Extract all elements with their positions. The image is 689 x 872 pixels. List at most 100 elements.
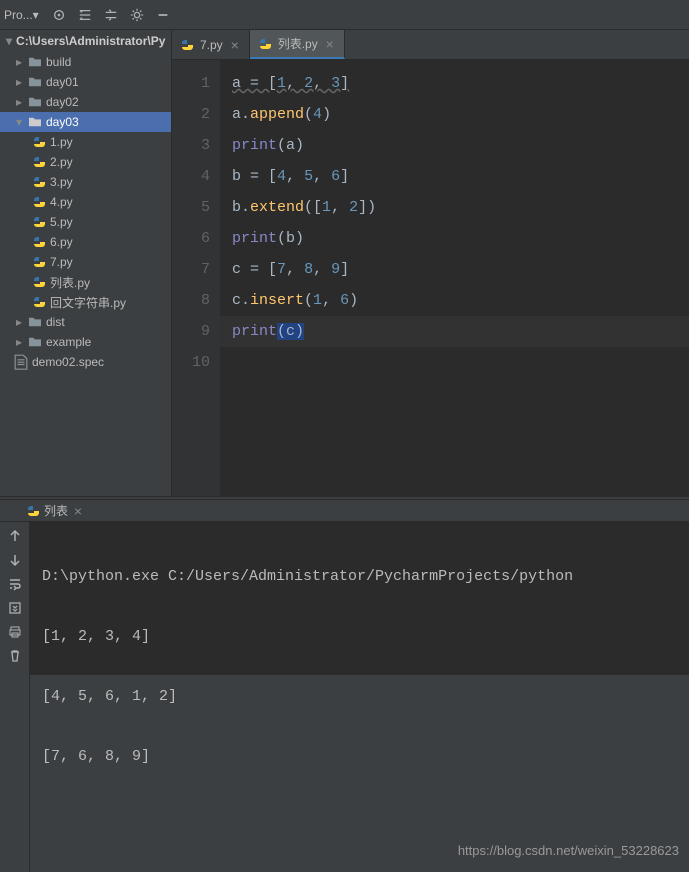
tree-label: day01 bbox=[46, 75, 79, 89]
python-icon bbox=[32, 215, 46, 229]
tree-label: day03 bbox=[46, 115, 79, 129]
python-icon bbox=[26, 504, 40, 518]
folder-icon bbox=[28, 335, 42, 349]
python-icon bbox=[32, 295, 46, 309]
code-content[interactable]: a = [1, 2, 3] a.append(4) print(a) b = [… bbox=[220, 60, 689, 496]
tree-file[interactable]: 3.py bbox=[0, 172, 171, 192]
gutter-line: 6 bbox=[172, 223, 210, 254]
tree-label: day02 bbox=[46, 95, 79, 109]
project-root-path[interactable]: ▾ C:\Users\Administrator\Py bbox=[0, 30, 171, 52]
gutter: 1 2 3 4 5 6 7 8 9 10 bbox=[172, 60, 220, 496]
code-line: print(a) bbox=[232, 130, 689, 161]
tree-label: 回文字符串.py bbox=[50, 294, 126, 311]
run-panel: 列表 × D:\python.exe C:/Users/Administrato… bbox=[0, 500, 689, 675]
tree-folder[interactable]: ▸ day02 bbox=[0, 92, 171, 112]
tree-label: 5.py bbox=[50, 215, 73, 229]
close-icon[interactable]: × bbox=[229, 37, 241, 53]
editor-area: 7.py × 列表.py × 1 2 3 4 5 6 7 8 9 10 bbox=[172, 30, 689, 496]
code-line: b = [4, 5, 6] bbox=[232, 161, 689, 192]
chevron-down-icon: ▾ bbox=[14, 117, 24, 127]
gutter-line: 10 bbox=[172, 347, 210, 378]
tree-file[interactable]: 2.py bbox=[0, 152, 171, 172]
console-line: [1, 2, 3, 4] bbox=[42, 622, 677, 652]
tree-label: 7.py bbox=[50, 255, 73, 269]
tab-7py[interactable]: 7.py × bbox=[172, 30, 250, 59]
close-icon[interactable]: × bbox=[324, 36, 336, 52]
gutter-line: 7 bbox=[172, 254, 210, 285]
python-icon bbox=[180, 38, 194, 52]
tree-label: build bbox=[46, 55, 71, 69]
tree-label: 2.py bbox=[50, 155, 73, 169]
run-toolbar bbox=[0, 522, 30, 872]
tree-file[interactable]: demo02.spec bbox=[0, 352, 171, 372]
print-icon[interactable] bbox=[7, 624, 23, 640]
chevron-right-icon: ▸ bbox=[14, 77, 24, 87]
folder-icon bbox=[28, 55, 42, 69]
tab-label: 列表.py bbox=[278, 35, 318, 52]
tree-folder[interactable]: ▸ build bbox=[0, 52, 171, 72]
collapse-all-icon[interactable] bbox=[101, 5, 121, 25]
tree-folder[interactable]: ▸ day01 bbox=[0, 72, 171, 92]
tree-file[interactable]: 4.py bbox=[0, 192, 171, 212]
tree-file[interactable]: 5.py bbox=[0, 212, 171, 232]
console-output[interactable]: D:\python.exe C:/Users/Administrator/Pyc… bbox=[30, 522, 689, 872]
python-icon bbox=[32, 235, 46, 249]
minimize-icon[interactable] bbox=[153, 5, 173, 25]
gear-icon[interactable] bbox=[127, 5, 147, 25]
code-line: a.append(4) bbox=[232, 99, 689, 130]
tree-label: 4.py bbox=[50, 195, 73, 209]
expand-all-icon[interactable] bbox=[75, 5, 95, 25]
tab-label: 7.py bbox=[200, 38, 223, 52]
arrow-down-icon[interactable] bbox=[7, 552, 23, 568]
code-line: b.extend([1, 2]) bbox=[232, 192, 689, 223]
editor-tabs: 7.py × 列表.py × bbox=[172, 30, 689, 60]
folder-icon bbox=[28, 95, 42, 109]
close-icon[interactable]: × bbox=[72, 503, 84, 519]
python-icon bbox=[32, 155, 46, 169]
chevron-right-icon: ▸ bbox=[14, 97, 24, 107]
run-body: D:\python.exe C:/Users/Administrator/Pyc… bbox=[0, 522, 689, 872]
tree-file[interactable]: 7.py bbox=[0, 252, 171, 272]
tree-file[interactable]: 回文字符串.py bbox=[0, 292, 171, 312]
tree-file[interactable]: 1.py bbox=[0, 132, 171, 152]
folder-icon bbox=[28, 75, 42, 89]
soft-wrap-icon[interactable] bbox=[7, 576, 23, 592]
run-tab[interactable]: 列表 × bbox=[20, 500, 90, 521]
run-tab-label: 列表 bbox=[44, 502, 68, 519]
gutter-line: 8 bbox=[172, 285, 210, 316]
python-icon bbox=[32, 195, 46, 209]
gutter-line: 2 bbox=[172, 99, 210, 130]
console-line: [7, 6, 8, 9] bbox=[42, 742, 677, 772]
python-icon bbox=[32, 275, 46, 289]
python-icon bbox=[32, 175, 46, 189]
code-line: c.insert(1, 6) bbox=[232, 285, 689, 316]
console-line: D:\python.exe C:/Users/Administrator/Pyc… bbox=[42, 562, 677, 592]
code-line: a = [1, 2, 3] bbox=[232, 68, 689, 99]
tree-file[interactable]: 列表.py bbox=[0, 272, 171, 292]
arrow-up-icon[interactable] bbox=[7, 528, 23, 544]
editor-body[interactable]: 1 2 3 4 5 6 7 8 9 10 a = [1, 2, 3] a.app… bbox=[172, 60, 689, 496]
tree-label: 3.py bbox=[50, 175, 73, 189]
tree-folder[interactable]: ▸example bbox=[0, 332, 171, 352]
tree-folder[interactable]: ▸dist bbox=[0, 312, 171, 332]
tree-label: 6.py bbox=[50, 235, 73, 249]
folder-icon bbox=[28, 315, 42, 329]
folder-icon bbox=[28, 115, 42, 129]
breadcrumb-text: C:\Users\Administrator\Py bbox=[16, 34, 165, 48]
project-tree: ▾ C:\Users\Administrator\Py ▸ build ▸ day0… bbox=[0, 30, 172, 496]
chevron-down-icon: ▾ bbox=[6, 36, 12, 46]
file-icon bbox=[14, 355, 28, 369]
chevron-right-icon: ▸ bbox=[14, 317, 24, 327]
watermark: https://blog.csdn.net/weixin_53228623 bbox=[458, 836, 679, 866]
tree-file[interactable]: 6.py bbox=[0, 232, 171, 252]
trash-icon[interactable] bbox=[7, 648, 23, 664]
chevron-right-icon: ▸ bbox=[14, 57, 24, 67]
main-area: ▾ C:\Users\Administrator\Py ▸ build ▸ day0… bbox=[0, 30, 689, 496]
scroll-to-end-icon[interactable] bbox=[7, 600, 23, 616]
tab-list-py[interactable]: 列表.py × bbox=[250, 30, 345, 59]
tree-folder-selected[interactable]: ▾ day03 bbox=[0, 112, 171, 132]
python-icon bbox=[258, 37, 272, 51]
aim-icon[interactable] bbox=[49, 5, 69, 25]
project-dropdown[interactable]: Pro...▾ bbox=[4, 8, 39, 22]
code-line: print(c) bbox=[232, 316, 689, 347]
